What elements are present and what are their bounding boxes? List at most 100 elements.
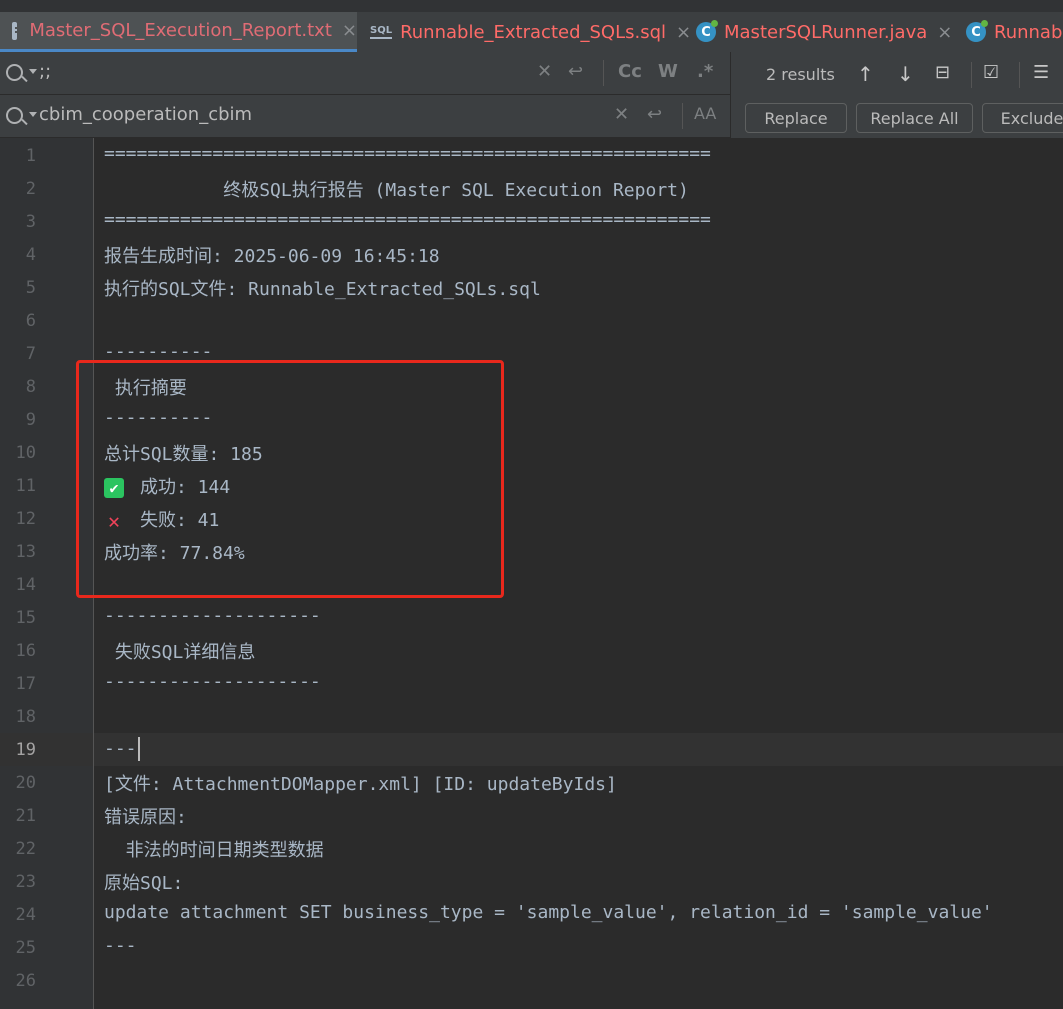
line-number: 18 [15, 707, 36, 727]
line-number: 15 [15, 608, 36, 628]
line-number: 25 [15, 938, 36, 958]
code-text: --- [104, 738, 137, 759]
replace-multiline-icon[interactable]: ↩ [647, 104, 662, 125]
code-text: -------------------- [104, 671, 321, 692]
code-line: 错误原因: [104, 803, 187, 829]
code-line: 执行的SQL文件: Runnable_Extracted_SQLs.sql [104, 275, 541, 301]
find-results-panel: 2 results ↑ ↓ ⊟ ☑ ☰ Replace Replace All … [730, 52, 1063, 138]
code-text: 原始SQL: [104, 873, 184, 894]
code-text: update attachment SET business_type = 's… [104, 902, 993, 923]
text-file-icon [12, 21, 24, 40]
code-text: -------------------- [104, 605, 321, 626]
editor-tab-bar: Master_SQL_Execution_Report.txt × SQL Ru… [0, 0, 1063, 52]
code-text: [文件: AttachmentDOMapper.xml] [ID: update… [104, 774, 617, 795]
text-editor[interactable]: 1 =======================================… [0, 138, 1063, 1009]
code-line: ========================================… [104, 143, 711, 164]
divider [971, 62, 972, 88]
divider [682, 103, 683, 129]
whole-words-toggle[interactable]: W [658, 61, 678, 82]
select-all-occurrences-icon[interactable]: ⊟ [935, 62, 950, 83]
multiline-icon[interactable]: ↩ [568, 61, 583, 82]
line-number: 3 [25, 212, 36, 232]
next-occurrence-icon[interactable]: ↓ [897, 62, 914, 86]
tab-bar-top-strip [0, 0, 1063, 12]
regex-toggle[interactable]: .* [697, 61, 713, 82]
divider [1019, 62, 1020, 88]
code-line: ---------- [104, 341, 212, 362]
code-text: 非法的时间日期类型数据 [104, 840, 324, 861]
line-number: 13 [15, 542, 36, 562]
current-line-highlight [0, 733, 1063, 766]
replace-search-icon[interactable] [6, 107, 37, 124]
close-tab-icon[interactable]: × [342, 20, 357, 41]
code-text: 终极SQL执行报告 (Master SQL Execution Report) [104, 180, 689, 201]
code-line: 非法的时间日期类型数据 [104, 836, 324, 862]
java-class-icon: C [966, 20, 988, 42]
tab-label: MasterSQLRunner.java [724, 21, 928, 43]
code-line: 原始SQL: [104, 869, 183, 895]
line-number: 1 [25, 146, 36, 166]
line-number: 8 [25, 377, 36, 397]
tab-master-sql-runner[interactable]: C MasterSQLRunner.java × [686, 12, 956, 52]
code-text: ========================================… [104, 209, 711, 230]
line-number: 2 [25, 179, 36, 199]
sql-file-icon: SQL [370, 25, 393, 39]
line-number: 6 [25, 311, 36, 331]
code-text: 报告生成时间: 2025-06-09 16:45:18 [104, 246, 440, 267]
code-text: 错误原因: [104, 807, 187, 828]
tab-label: Runnab [994, 21, 1063, 43]
line-number: 17 [15, 674, 36, 694]
previous-occurrence-icon[interactable]: ↑ [857, 62, 874, 86]
replace-input[interactable]: cbim_cooperation_cbim [39, 104, 252, 125]
code-text: ========================================… [104, 143, 711, 164]
open-in-window-icon[interactable]: ☰ [1033, 62, 1049, 83]
java-class-icon: C [696, 20, 718, 42]
line-number: 22 [15, 839, 36, 859]
replace-all-button[interactable]: Replace All [856, 103, 973, 133]
clear-search-icon[interactable]: ✕ [537, 61, 552, 82]
replace-row: cbim_cooperation_cbim ✕ ↩ AA [0, 95, 730, 138]
line-number: 24 [15, 905, 36, 925]
line-number: 23 [15, 872, 36, 892]
line-number: 4 [25, 245, 36, 265]
code-line: --- [104, 935, 137, 956]
line-number: 5 [25, 278, 36, 298]
line-number: 11 [15, 476, 36, 496]
code-text: 失败SQL详细信息 [104, 642, 256, 663]
tab-label: Runnable_Extracted_SQLs.sql [400, 21, 667, 43]
code-line: 终极SQL执行报告 (Master SQL Execution Report) [104, 176, 689, 202]
code-line: update attachment SET business_type = 's… [104, 902, 993, 923]
tab-label: Master_SQL_Execution_Report.txt [29, 20, 332, 41]
line-number: 7 [25, 344, 36, 364]
line-number: 16 [15, 641, 36, 661]
replace-button[interactable]: Replace [745, 103, 847, 133]
code-line: 报告生成时间: 2025-06-09 16:45:18 [104, 242, 440, 268]
code-text: 执行的SQL文件: Runnable_Extracted_SQLs.sql [104, 279, 541, 300]
code-line: -------------------- [104, 671, 321, 692]
filter-search-results-icon[interactable]: ☑ [983, 62, 999, 83]
code-line: ========================================… [104, 209, 711, 230]
line-number: 14 [15, 575, 36, 595]
search-icon[interactable] [6, 64, 37, 81]
code-line: [文件: AttachmentDOMapper.xml] [ID: update… [104, 770, 617, 796]
close-tab-icon[interactable]: × [937, 22, 952, 43]
line-number: 10 [15, 443, 36, 463]
annotation-highlight-box [76, 360, 504, 598]
tab-runnable-partial[interactable]: C Runnab [956, 12, 1063, 52]
line-number: 9 [25, 410, 36, 430]
clear-replace-icon[interactable]: ✕ [614, 104, 629, 125]
match-case-toggle[interactable]: Cc [618, 61, 642, 82]
line-number: 20 [15, 773, 36, 793]
tab-master-sql-execution-report[interactable]: Master_SQL_Execution_Report.txt × [0, 12, 357, 52]
exclude-button[interactable]: Exclude [982, 103, 1063, 133]
line-number: 19 [15, 740, 36, 760]
tab-runnable-extracted-sqls[interactable]: SQL Runnable_Extracted_SQLs.sql × [362, 12, 691, 52]
preserve-case-toggle[interactable]: AA [694, 104, 716, 123]
code-line: 失败SQL详细信息 [104, 638, 256, 664]
text-caret [137, 737, 140, 761]
search-row: ;; ✕ ↩ Cc W .* [0, 52, 730, 95]
results-count: 2 results [766, 65, 835, 84]
code-text: --- [104, 935, 137, 956]
search-input[interactable]: ;; [39, 61, 51, 82]
divider [603, 60, 604, 86]
